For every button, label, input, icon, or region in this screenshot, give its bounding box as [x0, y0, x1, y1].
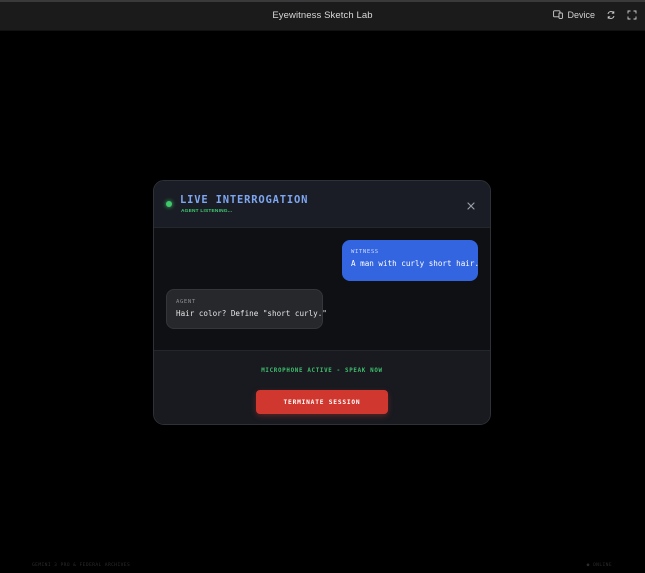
modal-footer: MICROPHONE ACTIVE - SPEAK NOW TERMINATE … — [154, 350, 490, 424]
app-window: Eyewitness Sketch Lab Device LIVE INTERR… — [0, 0, 645, 573]
footer-credit: GEMINI 3 PRO & FEDERAL ARCHIVES — [32, 563, 131, 568]
close-icon[interactable] — [466, 198, 476, 210]
message-role: WITNESS — [351, 249, 379, 255]
terminate-session-button[interactable]: TERMINATE SESSION — [256, 390, 388, 414]
chat-transcript[interactable]: WITNESS A man with curly short hair. AGE… — [154, 228, 490, 350]
agent-status: AGENT LISTENING... — [181, 209, 233, 214]
app-title: Eyewitness Sketch Lab — [272, 10, 373, 21]
message-witness: WITNESS A man with curly short hair. — [342, 240, 480, 281]
message-agent: AGENT Hair color? Define "short curly." — [166, 289, 327, 329]
fullscreen-icon[interactable] — [626, 9, 637, 20]
device-button[interactable]: Device — [552, 9, 595, 20]
live-indicator-dot — [166, 201, 172, 207]
message-text: Hair color? Define "short curly." — [176, 309, 327, 318]
online-status: ● ONLINE — [586, 563, 612, 568]
title-bar: Eyewitness Sketch Lab Device — [0, 0, 645, 31]
title-bar-controls: Device — [552, 9, 637, 20]
modal-header: LIVE INTERROGATION AGENT LISTENING... — [154, 181, 490, 228]
modal-title: LIVE INTERROGATION — [180, 194, 309, 206]
device-label: Device — [567, 9, 595, 20]
microphone-status: MICROPHONE ACTIVE - SPEAK NOW — [261, 368, 383, 374]
message-role: AGENT — [176, 299, 196, 305]
message-text: A man with curly short hair. — [351, 259, 480, 268]
interrogation-modal: LIVE INTERROGATION AGENT LISTENING... WI… — [153, 180, 491, 425]
device-icon — [552, 9, 563, 20]
rotate-icon[interactable] — [605, 9, 616, 20]
